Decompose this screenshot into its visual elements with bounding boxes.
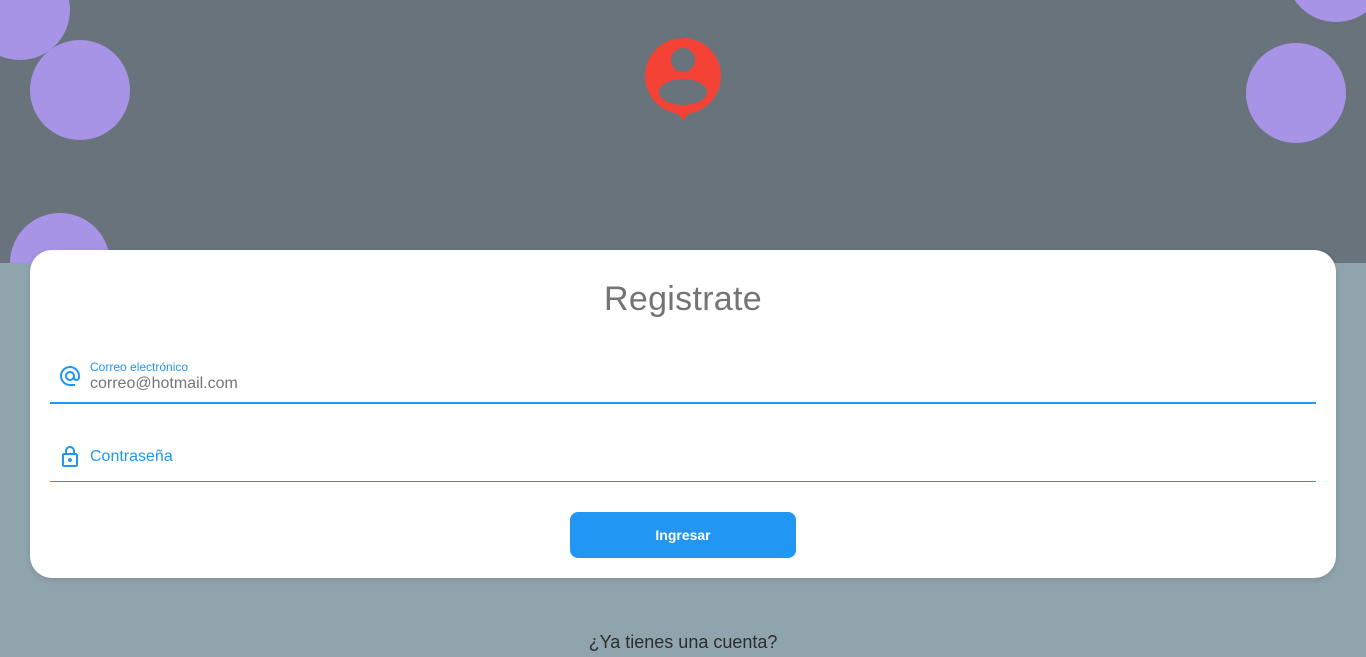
page-title: Registrate <box>604 280 762 318</box>
user-location-pin-icon <box>645 38 721 120</box>
decorative-bubble <box>1246 43 1346 143</box>
lock-icon <box>62 446 78 467</box>
decorative-bubble <box>30 40 130 140</box>
password-field[interactable]: Contraseña <box>50 438 1316 482</box>
register-card: Registrate Correo electrónico correo@hot… <box>30 250 1336 578</box>
at-sign-icon <box>60 366 80 386</box>
login-link[interactable]: ¿Ya tienes una cuenta? <box>0 632 1366 653</box>
header-band <box>0 0 1366 263</box>
ingresar-button[interactable]: Ingresar <box>570 512 796 558</box>
email-input[interactable]: correo@hotmail.com <box>90 375 238 393</box>
email-field[interactable]: Correo electrónico correo@hotmail.com <box>50 356 1316 404</box>
email-field-label: Correo electrónico <box>90 360 189 374</box>
decorative-bubble <box>1286 0 1366 22</box>
password-input[interactable]: Contraseña <box>90 448 173 466</box>
